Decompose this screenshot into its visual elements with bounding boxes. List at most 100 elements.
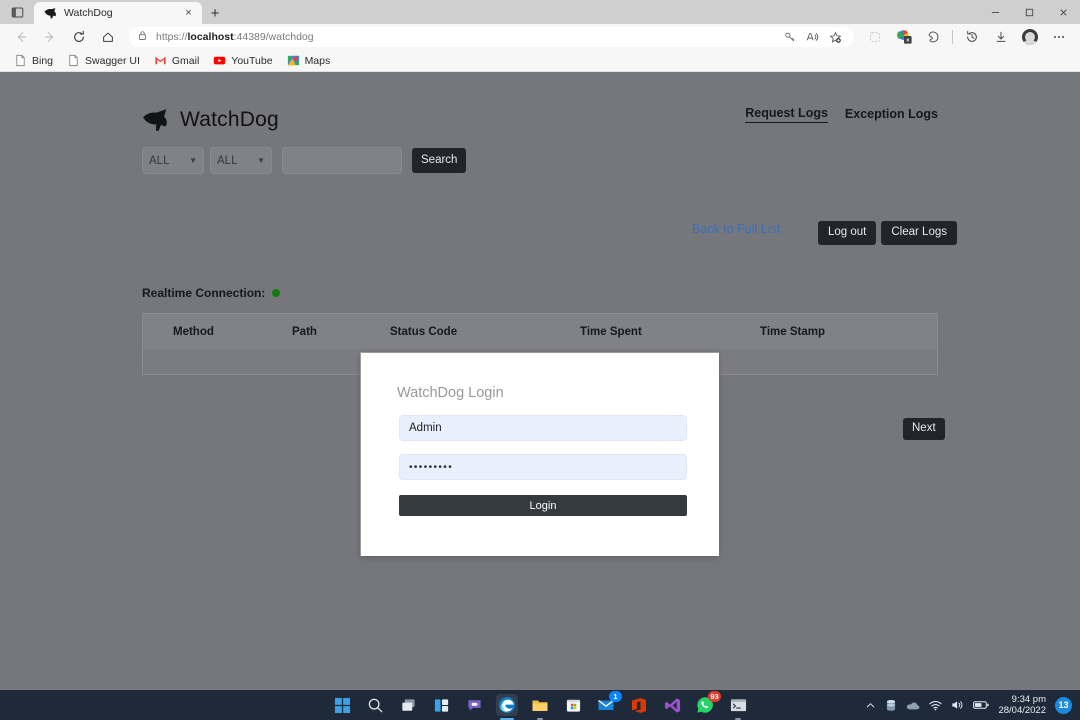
tab-close-icon[interactable]: × [181, 6, 196, 21]
edge-button[interactable] [496, 694, 518, 720]
realtime-connection-status: Realtime Connection: [142, 286, 281, 300]
office-button[interactable] [628, 694, 650, 716]
nav-link-exception-logs[interactable]: Exception Logs [845, 107, 938, 123]
settings-more-icon[interactable] [1045, 25, 1073, 49]
whatsapp-button[interactable]: 93 [694, 691, 721, 716]
bookmark-gmail[interactable]: Gmail [148, 52, 205, 69]
page-action-buttons: Log out Clear Logs [818, 221, 957, 245]
bookmark-label: Bing [32, 54, 54, 67]
windows-start-icon [334, 697, 350, 713]
forward-arrow-icon[interactable] [36, 25, 64, 49]
search-input[interactable] [282, 147, 402, 174]
clock-time: 9:34 pm [1011, 694, 1046, 705]
search-button[interactable]: Search [412, 147, 467, 174]
logout-button[interactable]: Log out [818, 221, 877, 245]
notification-badge[interactable]: 13 [1055, 696, 1072, 714]
bookmark-label: Swagger UI [85, 54, 140, 67]
profile-avatar-icon[interactable] [1016, 25, 1044, 49]
google-maps-icon [287, 55, 299, 66]
taskbar-clock[interactable]: 9:34 pm 28/04/2022 [998, 694, 1046, 716]
bookmark-swagger-ui[interactable]: Swagger UI [61, 52, 146, 69]
browser-tab[interactable]: WatchDog × [34, 2, 202, 24]
column-header-time-stamp: Time Stamp [760, 325, 825, 338]
bookmark-label: YouTube [231, 54, 273, 67]
bookmarks-bar: Bing Swagger UI Gmail YouTube Maps [0, 50, 1080, 72]
login-button[interactable]: Login [399, 495, 687, 516]
column-header-method: Method [173, 325, 214, 338]
bookmark-label: Gmail [171, 54, 200, 67]
read-aloud-icon[interactable] [802, 28, 823, 46]
watchdog-dog-icon [44, 7, 56, 18]
bookmark-bing[interactable]: Bing [8, 52, 59, 69]
gmail-icon [155, 56, 166, 65]
status-filter-select[interactable]: ALL ▼ [210, 147, 272, 174]
downloads-icon[interactable] [987, 25, 1015, 49]
password-field[interactable]: ••••••••• [399, 454, 687, 480]
next-page-button[interactable]: Next [903, 418, 945, 440]
login-modal: WatchDog Login Admin ••••••••• Login [360, 352, 719, 556]
method-filter-value: ALL [149, 154, 170, 167]
bookmark-maps[interactable]: Maps [281, 52, 337, 69]
key-icon[interactable] [779, 28, 800, 46]
minimize-button[interactable] [978, 0, 1012, 24]
window-controls [978, 0, 1080, 24]
nav-link-request-logs[interactable]: Request Logs [745, 106, 828, 123]
column-header-status-code: Status Code [390, 325, 458, 338]
reload-icon[interactable] [65, 25, 93, 49]
widgets-button[interactable] [430, 694, 452, 716]
chevron-up-icon[interactable] [865, 700, 876, 711]
visual-studio-button[interactable] [661, 694, 683, 716]
address-bar[interactable]: https://localhost:44389/watchdog [129, 27, 854, 47]
chat-button[interactable] [463, 694, 485, 716]
method-filter-select[interactable]: ALL ▼ [142, 147, 204, 174]
page-title: WatchDog [180, 108, 279, 131]
back-arrow-icon[interactable] [7, 25, 35, 49]
address-bar-url: https://localhost:44389/watchdog [156, 31, 314, 43]
history-icon[interactable] [958, 25, 986, 49]
file-explorer-icon [532, 700, 548, 711]
start-button[interactable] [331, 694, 353, 716]
maximize-button[interactable] [1012, 0, 1046, 24]
extension-excel-icon[interactable]: x [890, 25, 918, 49]
task-view-icon [401, 698, 415, 711]
windows-taskbar: 1 93 9:34 pm 28/04/2022 13 [0, 690, 1080, 720]
column-header-path: Path [292, 325, 317, 338]
edge-icon [499, 697, 515, 713]
back-to-full-list-link[interactable]: Back to Full List [692, 222, 780, 236]
wifi-icon[interactable] [929, 700, 943, 711]
database-icon[interactable] [885, 699, 897, 712]
close-button[interactable] [1046, 0, 1080, 24]
browser-essentials-icon[interactable] [919, 25, 947, 49]
home-icon[interactable] [94, 25, 122, 49]
status-filter-value: ALL [217, 154, 238, 167]
file-explorer-button[interactable] [529, 694, 551, 720]
whatsapp-badge: 93 [708, 691, 721, 702]
status-badge [272, 289, 281, 297]
generic-page-icon [69, 54, 78, 67]
watchdog-page: WatchDog Request Logs Exception Logs ALL… [0, 72, 1080, 690]
task-view-button[interactable] [397, 694, 419, 716]
login-modal-title: WatchDog Login [397, 385, 504, 401]
microsoft-store-button[interactable] [562, 694, 584, 716]
volume-icon[interactable] [951, 699, 964, 711]
bookmark-label: Maps [304, 54, 331, 67]
teams-chat-icon [467, 699, 481, 711]
chevron-down-icon: ▼ [189, 156, 197, 165]
system-tray: 9:34 pm 28/04/2022 13 [865, 690, 1072, 720]
microsoft-store-icon [566, 699, 580, 712]
tab-search-icon[interactable] [0, 0, 34, 24]
favorite-star-icon[interactable] [825, 28, 846, 46]
battery-icon[interactable] [973, 700, 990, 710]
onedrive-icon[interactable] [906, 700, 920, 711]
terminal-button[interactable] [727, 694, 749, 720]
new-tab-button[interactable]: + [202, 2, 228, 24]
watchdog-brand: WatchDog [142, 108, 279, 132]
bookmark-youtube[interactable]: YouTube [207, 52, 278, 69]
mail-button[interactable]: 1 [595, 691, 622, 716]
collections-icon[interactable] [861, 25, 889, 49]
username-field[interactable]: Admin [399, 415, 687, 441]
taskbar-items: 1 93 [331, 690, 749, 720]
office-icon [632, 697, 646, 713]
clear-logs-button[interactable]: Clear Logs [881, 221, 957, 245]
search-button[interactable] [364, 694, 386, 716]
